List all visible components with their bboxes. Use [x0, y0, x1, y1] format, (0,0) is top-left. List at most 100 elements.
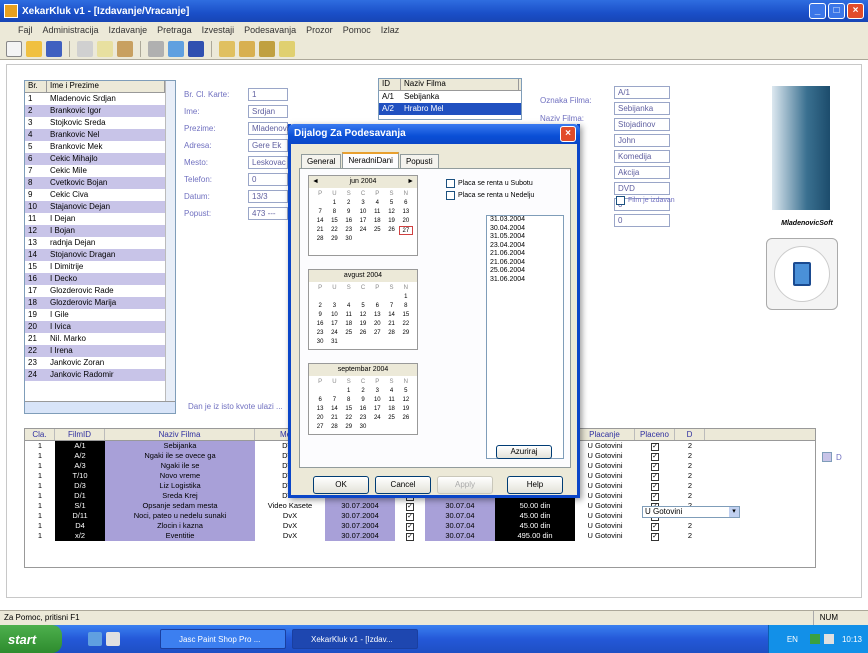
calendar-day[interactable]: 31: [327, 338, 341, 347]
calendar-day[interactable]: 19: [399, 405, 413, 414]
checkbox[interactable]: ✓: [651, 523, 659, 531]
calendar-day[interactable]: 25: [384, 414, 398, 423]
calendar-day[interactable]: 3: [356, 199, 370, 208]
tool-icon[interactable]: [219, 40, 235, 57]
list-item[interactable]: 21.06.2004: [487, 259, 563, 268]
calendar-day[interactable]: 10: [370, 396, 384, 405]
calendar-day[interactable]: 7: [384, 302, 398, 311]
list-item[interactable]: 6 Cekic Mihajlo: [25, 153, 175, 165]
calendar-day[interactable]: 1: [327, 199, 341, 208]
text-field[interactable]: 13/3: [248, 190, 288, 203]
open-icon[interactable]: [26, 40, 42, 57]
calendar-day[interactable]: 14: [384, 311, 398, 320]
column-header[interactable]: Placanje: [575, 429, 635, 440]
film-rented-checkbox[interactable]: Film je izdavan: [616, 196, 675, 205]
calendar-day[interactable]: 8: [342, 396, 356, 405]
text-field[interactable]: Srdjan: [248, 105, 288, 118]
list-item[interactable]: 25.06.2004: [487, 267, 563, 276]
menu-item[interactable]: Pomoc: [343, 25, 371, 35]
list-item[interactable]: 31.06.2004: [487, 276, 563, 285]
checkbox[interactable]: ✓: [406, 533, 414, 541]
calendar-day[interactable]: 10: [356, 208, 370, 217]
calendar-day[interactable]: 19: [356, 320, 370, 329]
column-header[interactable]: Br.: [25, 81, 47, 92]
calendar-day[interactable]: 16: [342, 217, 356, 226]
calendar-day[interactable]: 13: [370, 311, 384, 320]
calendar-day[interactable]: 19: [384, 217, 398, 226]
calendar-day[interactable]: 6: [313, 396, 327, 405]
calendar-day[interactable]: 3: [327, 302, 341, 311]
list-item[interactable]: 17 Glozderovic Rade: [25, 285, 175, 297]
calendar-day[interactable]: 29: [342, 423, 356, 432]
list-item[interactable]: 14 Stojanovic Dragan: [25, 249, 175, 261]
calendar[interactable]: avgust 2004 P U S C P S N 1 2 3 4 5 6 7 8 9 10 11 12 13 14 15 1…: [308, 269, 418, 350]
list-item[interactable]: 15 I Dimitrije: [25, 261, 175, 273]
list-item[interactable]: 5 Brankovic Mek: [25, 141, 175, 153]
calendar[interactable]: ◄ ► jun 2004 P U S C P S N 1 2 3 4 5 6 7 8 9 10 11 12 13 14 15 16…: [308, 175, 418, 256]
calendar-day[interactable]: 29: [399, 329, 413, 338]
column-header[interactable]: Cla.: [25, 429, 55, 440]
calendar-day[interactable]: 7: [313, 208, 327, 217]
calendar-day[interactable]: 23: [342, 226, 356, 235]
calendar-day[interactable]: 7: [327, 396, 341, 405]
column-header[interactable]: ID: [379, 79, 401, 90]
text-field[interactable]: John: [614, 134, 670, 147]
text-field[interactable]: Mladenovic: [248, 122, 292, 135]
column-header[interactable]: Naziv Filma: [105, 429, 255, 440]
menu-item[interactable]: Podesavanja: [244, 25, 296, 35]
calendar-day[interactable]: 28: [327, 423, 341, 432]
calendar-day[interactable]: 17: [370, 405, 384, 414]
table-row[interactable]: 1 x/2 Eventitie DvX 30.07.2004 ✓ 30.07.04 495.0…: [25, 531, 815, 541]
list-item[interactable]: 18 Glozderovic Marija: [25, 297, 175, 309]
saturday-checkbox[interactable]: Placa se renta u Subotu: [446, 179, 533, 188]
table-row[interactable]: 1 D4 Zlocin i kazna DvX 30.07.2004 ✓ 30.07.04 4…: [25, 521, 815, 531]
menu-item[interactable]: Pretraga: [157, 25, 192, 35]
calendar-day[interactable]: 11: [342, 311, 356, 320]
quicklaunch-ie-icon[interactable]: [88, 632, 102, 646]
list-item[interactable]: 19 I Gile: [25, 309, 175, 321]
chevron-left-icon[interactable]: ◄: [312, 176, 319, 188]
calendar-day[interactable]: 15: [342, 405, 356, 414]
menu-item[interactable]: Fajl: [18, 25, 33, 35]
paste-icon[interactable]: [117, 40, 133, 57]
close-icon[interactable]: ×: [847, 3, 864, 19]
text-field[interactable]: 1: [248, 88, 288, 101]
calendar-day[interactable]: 11: [370, 208, 384, 217]
calendar-day[interactable]: 16: [313, 320, 327, 329]
chevron-right-icon[interactable]: ►: [407, 176, 414, 188]
tab-neradnidani[interactable]: NeradniDani: [342, 152, 399, 168]
calendar-day[interactable]: 26: [356, 329, 370, 338]
calendar-day[interactable]: 2: [313, 302, 327, 311]
calendar-day[interactable]: 13: [313, 405, 327, 414]
column-header[interactable]: D: [675, 429, 705, 440]
list-item[interactable]: 23 Jankovic Zoran: [25, 357, 175, 369]
calendar-day[interactable]: 1: [342, 387, 356, 396]
calendar-day[interactable]: 22: [342, 414, 356, 423]
help-icon[interactable]: [168, 40, 184, 57]
cut-icon[interactable]: [77, 40, 93, 57]
calendar-day[interactable]: 27: [370, 329, 384, 338]
checkbox[interactable]: ✓: [651, 533, 659, 541]
calendar-day[interactable]: 15: [399, 311, 413, 320]
calendar-day[interactable]: 6: [399, 199, 413, 208]
list-item[interactable]: 21.06.2004: [487, 250, 563, 259]
info-icon[interactable]: [188, 40, 204, 57]
calendar-day[interactable]: 5: [384, 199, 398, 208]
list-item[interactable]: 12 I Bojan: [25, 225, 175, 237]
calendar-day[interactable]: 23: [356, 414, 370, 423]
menu-item[interactable]: Izdavanje: [109, 25, 148, 35]
list-item[interactable]: A/2 Hrabro Mel: [379, 103, 521, 115]
calendar-day[interactable]: 2: [356, 387, 370, 396]
calendar-day[interactable]: 5: [399, 387, 413, 396]
menu-item[interactable]: Prozor: [306, 25, 333, 35]
calendar[interactable]: septembar 2004 P U S C P S N 1 2 3 4 5 6 7 8 9 10 11 12 13 14…: [308, 363, 418, 435]
dialog-close-icon[interactable]: ×: [560, 126, 576, 142]
calendar-day[interactable]: 12: [399, 396, 413, 405]
list-item[interactable]: 31.05.2004: [487, 233, 563, 242]
calendar-day[interactable]: 12: [384, 208, 398, 217]
help-button[interactable]: Help: [507, 476, 563, 494]
calendar-day[interactable]: 4: [342, 302, 356, 311]
calendar-day[interactable]: 4: [370, 199, 384, 208]
calendar-day[interactable]: 23: [313, 329, 327, 338]
calendar-day[interactable]: 24: [327, 329, 341, 338]
